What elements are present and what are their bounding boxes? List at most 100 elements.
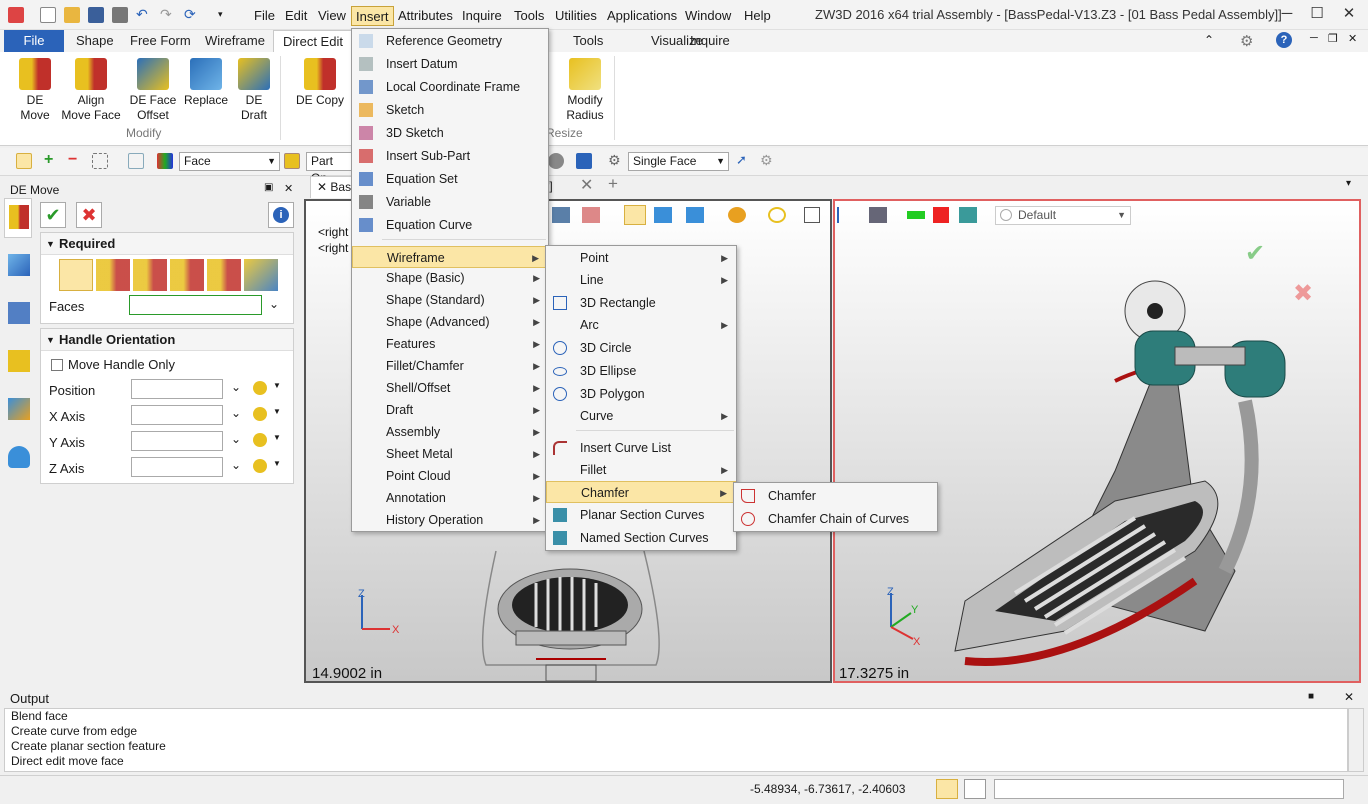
tab-tools[interactable]: Tools bbox=[564, 30, 612, 52]
panel-close-icon[interactable]: ✕ bbox=[284, 182, 293, 195]
filter-bars-icon[interactable] bbox=[157, 153, 173, 169]
tab-list-icon[interactable]: ▾ bbox=[1346, 178, 1351, 189]
insert-menu-item-sketch[interactable]: Sketch bbox=[352, 99, 548, 121]
ribbon-close-button[interactable]: ✕ bbox=[1348, 32, 1357, 45]
insert-menu-item-insert-sub-part[interactable]: Insert Sub-Part bbox=[352, 145, 548, 167]
ribbon-restore-button[interactable]: ❐ bbox=[1328, 32, 1338, 45]
command-input[interactable] bbox=[994, 779, 1344, 799]
wireframe-menu-item-arc[interactable]: Arc ▶ bbox=[546, 314, 736, 336]
required-header[interactable]: ▼ Required bbox=[41, 233, 293, 255]
tab-inquire[interactable]: Inquire bbox=[681, 30, 739, 52]
wireframe-menu-item-chamfer[interactable]: Chamfer ▶ bbox=[546, 481, 736, 503]
pointer-icon[interactable]: ➚ bbox=[736, 153, 752, 169]
minimize-button[interactable]: ─ bbox=[1272, 4, 1302, 26]
y-axis-field[interactable] bbox=[131, 431, 223, 451]
wireframe-menu-item-3d-ellipse[interactable]: 3D Ellipse bbox=[546, 360, 736, 382]
settings-gear-icon[interactable]: ⚙ bbox=[1240, 32, 1253, 50]
de-move-button[interactable]: DE Move bbox=[14, 58, 56, 123]
erase-icon[interactable] bbox=[582, 207, 600, 223]
lighting-icon[interactable] bbox=[686, 207, 704, 223]
insert-menu-item-insert-datum[interactable]: Insert Datum bbox=[352, 53, 548, 75]
wireframe-menu-item-3d-polygon[interactable]: 3D Polygon bbox=[546, 383, 736, 405]
box-display-icon[interactable] bbox=[654, 207, 672, 223]
customize-quick-access-icon[interactable]: ▾ bbox=[218, 7, 234, 23]
menu-file[interactable]: File bbox=[250, 6, 279, 26]
de-face-offset-button[interactable]: DE Face Offset bbox=[128, 58, 178, 123]
menu-tools[interactable]: Tools bbox=[510, 6, 548, 26]
insert-menu-item-draft[interactable]: Draft ▶ bbox=[352, 399, 548, 421]
maximize-button[interactable]: ☐ bbox=[1302, 4, 1332, 26]
wireframe-menu-item-fillet[interactable]: Fillet ▶ bbox=[546, 459, 736, 481]
command-input-toggle-icon[interactable] bbox=[936, 779, 958, 799]
move-type-dynamic-icon[interactable] bbox=[59, 259, 93, 291]
menu-edit[interactable]: Edit bbox=[281, 6, 311, 26]
de-copy-button[interactable]: DE Copy bbox=[294, 58, 346, 108]
z-axis-field[interactable] bbox=[131, 457, 223, 477]
new-file-icon[interactable] bbox=[40, 7, 56, 23]
doc-tab-close-icon[interactable]: ✕ bbox=[580, 175, 593, 195]
output-log[interactable]: Blend face Create curve from edge Create… bbox=[4, 708, 1348, 772]
output-close-icon[interactable]: ✕ bbox=[1344, 690, 1354, 704]
chevron-down-icon[interactable]: ▼ bbox=[273, 407, 281, 416]
faces-field[interactable] bbox=[129, 295, 262, 315]
new-tab-icon[interactable]: + bbox=[608, 174, 618, 194]
tab-file[interactable]: File bbox=[4, 30, 64, 52]
replace-button[interactable]: Replace bbox=[182, 58, 230, 108]
wireframe-menu-item-point[interactable]: Point ▶ bbox=[546, 247, 736, 269]
wireframe-menu-item-3d-rectangle[interactable]: 3D Rectangle bbox=[546, 292, 736, 314]
insert-menu-item-shape-basic[interactable]: Shape (Basic) ▶ bbox=[352, 267, 548, 289]
visual-manager-icon[interactable] bbox=[8, 398, 30, 420]
expand-double-chevron-icon[interactable]: ⌄ bbox=[269, 297, 279, 311]
insert-menu-item-shell-offset[interactable]: Shell/Offset ▶ bbox=[352, 377, 548, 399]
cancel-button[interactable]: ✖ bbox=[76, 202, 102, 228]
insert-menu-item-shape-standard[interactable]: Shape (Standard) ▶ bbox=[352, 289, 548, 311]
chamfer-menu-item-chamfer-chain-of-curves[interactable]: Chamfer Chain of Curves bbox=[734, 508, 937, 530]
box-select-icon[interactable] bbox=[92, 153, 108, 169]
save-icon[interactable] bbox=[88, 7, 104, 23]
filter-select[interactable]: Face ▼ bbox=[179, 152, 280, 171]
shaded-icon[interactable] bbox=[624, 205, 646, 225]
move-type-along-icon[interactable] bbox=[96, 259, 130, 291]
insert-menu-item-point-cloud[interactable]: Point Cloud ▶ bbox=[352, 465, 548, 487]
chevron-down-icon[interactable]: ▼ bbox=[273, 433, 281, 442]
undo-icon[interactable]: ↶ bbox=[136, 7, 152, 23]
pick-direction-icon[interactable] bbox=[253, 433, 267, 447]
output-pin-icon[interactable]: ■ bbox=[1308, 691, 1314, 702]
print-icon[interactable] bbox=[112, 7, 128, 23]
gear-filter-icon[interactable]: ⚙ bbox=[608, 153, 624, 169]
wireframe-menu-item-3d-circle[interactable]: 3D Circle bbox=[546, 337, 736, 359]
tab-wireframe[interactable]: Wireframe bbox=[196, 30, 274, 52]
user-icon[interactable] bbox=[8, 446, 30, 468]
remove-icon[interactable]: − bbox=[68, 152, 84, 169]
insert-menu-item-annotation[interactable]: Annotation ▶ bbox=[352, 487, 548, 509]
chevron-down-icon[interactable]: ▼ bbox=[273, 381, 281, 390]
menu-inquire[interactable]: Inquire bbox=[458, 6, 506, 26]
position-field[interactable] bbox=[131, 379, 223, 399]
pick-cursor-icon[interactable] bbox=[16, 153, 32, 169]
move-type-align-icon[interactable] bbox=[207, 259, 241, 291]
x-axis-field[interactable] bbox=[131, 405, 223, 425]
menu-window[interactable]: Window bbox=[681, 6, 735, 26]
chevron-down-icon[interactable]: ▼ bbox=[273, 459, 281, 468]
background-icon[interactable] bbox=[869, 207, 887, 223]
insert-menu-item-equation-curve[interactable]: Equation Curve bbox=[352, 214, 548, 236]
redo-icon[interactable]: ↷ bbox=[160, 7, 176, 23]
chamfer-menu-item-chamfer[interactable]: Chamfer bbox=[734, 485, 937, 507]
pick-point-icon[interactable] bbox=[253, 381, 267, 395]
part-filter-icon[interactable] bbox=[284, 153, 300, 169]
color-red-icon[interactable] bbox=[933, 207, 949, 223]
handle-orientation-header[interactable]: ▼ Handle Orientation bbox=[41, 329, 293, 351]
wireframe-menu-item-named-section-curves[interactable]: Named Section Curves bbox=[546, 527, 736, 549]
view-orient-icon[interactable] bbox=[837, 207, 851, 223]
tab-free-form[interactable]: Free Form bbox=[121, 30, 200, 52]
fit-view-icon[interactable] bbox=[804, 207, 820, 223]
wireframe-menu-item-curve[interactable]: Curve ▶ bbox=[546, 405, 736, 427]
insert-menu-item-variable[interactable]: Variable bbox=[352, 191, 548, 213]
face-mode-select[interactable]: Single Face ▼ bbox=[628, 152, 729, 171]
ribbon-minimize-button[interactable]: ─ bbox=[1310, 32, 1318, 44]
insert-menu-item-fillet-chamfer[interactable]: Fillet/Chamfer ▶ bbox=[352, 355, 548, 377]
filter-shape-icon[interactable] bbox=[128, 153, 144, 169]
rotate-icon[interactable]: ⟳ bbox=[184, 7, 200, 23]
insert-menu-item-equation-set[interactable]: Equation Set bbox=[352, 168, 548, 190]
info-button[interactable]: i bbox=[268, 202, 294, 228]
